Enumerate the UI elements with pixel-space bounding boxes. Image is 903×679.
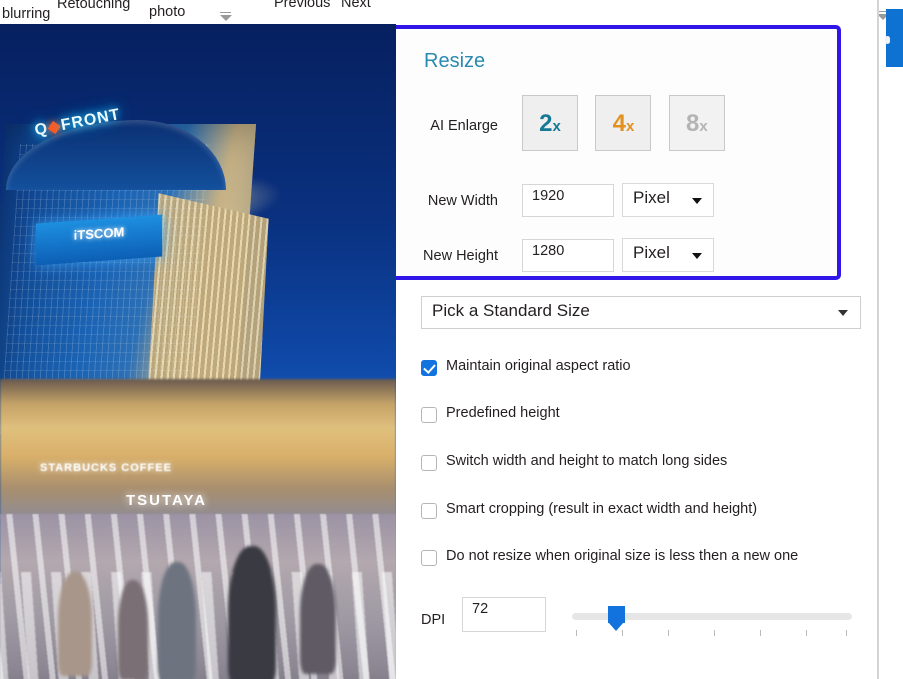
dpi-slider-tick: [622, 630, 623, 636]
standard-size-select[interactable]: Pick a Standard Size: [421, 296, 861, 329]
ai-enlarge-8x-button[interactable]: 8x: [669, 95, 725, 151]
toolbar-item-previous[interactable]: Previous: [274, 0, 330, 11]
chevron-down-icon: [692, 198, 702, 204]
dpi-input[interactable]: 72: [462, 597, 546, 632]
checkbox-maintain-aspect-ratio[interactable]: [421, 360, 437, 376]
new-height-input[interactable]: 1280: [522, 239, 614, 272]
resize-section-title: Resize: [424, 50, 485, 73]
chevron-down-icon: [692, 253, 702, 259]
ai-enlarge-2x-button[interactable]: 2x: [522, 95, 578, 151]
checkbox-label-do-not-resize: Do not resize when original size is less…: [446, 548, 798, 564]
checkbox-label-maintain-aspect-ratio: Maintain original aspect ratio: [446, 358, 631, 374]
preview-sign-tsutaya: TSUTAYA: [126, 492, 207, 509]
new-width-unit-select[interactable]: Pixel: [622, 183, 714, 217]
chevron-down-icon-left[interactable]: [220, 15, 232, 21]
ai-enlarge-2x-suffix: x: [553, 118, 561, 135]
dpi-slider[interactable]: [572, 609, 852, 639]
new-width-unit-value: Pixel: [633, 188, 670, 207]
settings-pane: Resize AI Enlarge 2x 4x 8x New Width 192…: [396, 24, 903, 679]
top-toolbar: blurring Retouching photo Previous Next: [0, 0, 903, 24]
ai-enlarge-label: AI Enlarge: [405, 118, 498, 134]
checkbox-label-switch-width-height: Switch width and height to match long si…: [446, 453, 727, 469]
ai-enlarge-8x-suffix: x: [699, 118, 707, 135]
checkbox-label-predefined-height: Predefined height: [446, 405, 560, 421]
chevron-down-icon-line-left: [220, 12, 231, 13]
ai-enlarge-options: 2x 4x 8x: [522, 95, 738, 151]
preview-sign-starbucks: STARBUCKS COFFEE: [40, 462, 172, 474]
ai-enlarge-8x-number: 8: [686, 110, 699, 137]
new-height-label: New Height: [405, 248, 498, 264]
preview-person: [58, 572, 92, 676]
chevron-down-icon: [838, 310, 848, 316]
dpi-slider-tick: [760, 630, 761, 636]
toolbar-item-blurring[interactable]: blurring: [2, 6, 50, 22]
scrollbar-rail[interactable]: [877, 0, 879, 679]
toolbar-item-next[interactable]: Next: [341, 0, 371, 11]
ai-enlarge-4x-number: 4: [613, 110, 626, 137]
checkbox-smart-cropping[interactable]: [421, 503, 437, 519]
dpi-slider-tick: [576, 630, 577, 636]
preview-sign-itscom: iTSCOM: [36, 215, 162, 266]
new-width-label: New Width: [405, 193, 498, 209]
image-preview[interactable]: Q◆FRONT iTSCOM STARBUCKS COFFEE TSUTAYA: [0, 24, 396, 679]
preview-person: [158, 562, 196, 679]
side-tab-handle-icon: [885, 36, 890, 44]
checkbox-label-smart-cropping: Smart cropping (result in exact width an…: [446, 501, 757, 517]
dpi-slider-tick: [846, 630, 847, 636]
new-height-unit-value: Pixel: [633, 243, 670, 262]
ai-enlarge-2x-number: 2: [539, 110, 552, 137]
dpi-slider-tick: [714, 630, 715, 636]
new-width-input[interactable]: 1920: [522, 184, 614, 217]
checkbox-switch-width-height[interactable]: [421, 455, 437, 471]
preview-person: [118, 580, 148, 679]
ai-enlarge-4x-button[interactable]: 4x: [595, 95, 651, 151]
checkbox-do-not-resize[interactable]: [421, 550, 437, 566]
new-height-unit-select[interactable]: Pixel: [622, 238, 714, 272]
preview-person: [228, 546, 276, 679]
resize-section: Resize AI Enlarge 2x 4x 8x New Width 192…: [396, 25, 841, 280]
dpi-slider-tick: [668, 630, 669, 636]
dpi-label: DPI: [421, 612, 445, 628]
checkbox-predefined-height[interactable]: [421, 407, 437, 423]
dpi-slider-tick: [806, 630, 807, 636]
standard-size-value: Pick a Standard Size: [432, 301, 590, 320]
toolbar-item-retouching[interactable]: Retouching: [57, 0, 130, 12]
toolbar-item-photo[interactable]: photo: [149, 4, 185, 20]
ai-enlarge-4x-suffix: x: [626, 118, 634, 135]
preview-person: [300, 564, 336, 674]
dpi-slider-handle[interactable]: [608, 606, 625, 623]
